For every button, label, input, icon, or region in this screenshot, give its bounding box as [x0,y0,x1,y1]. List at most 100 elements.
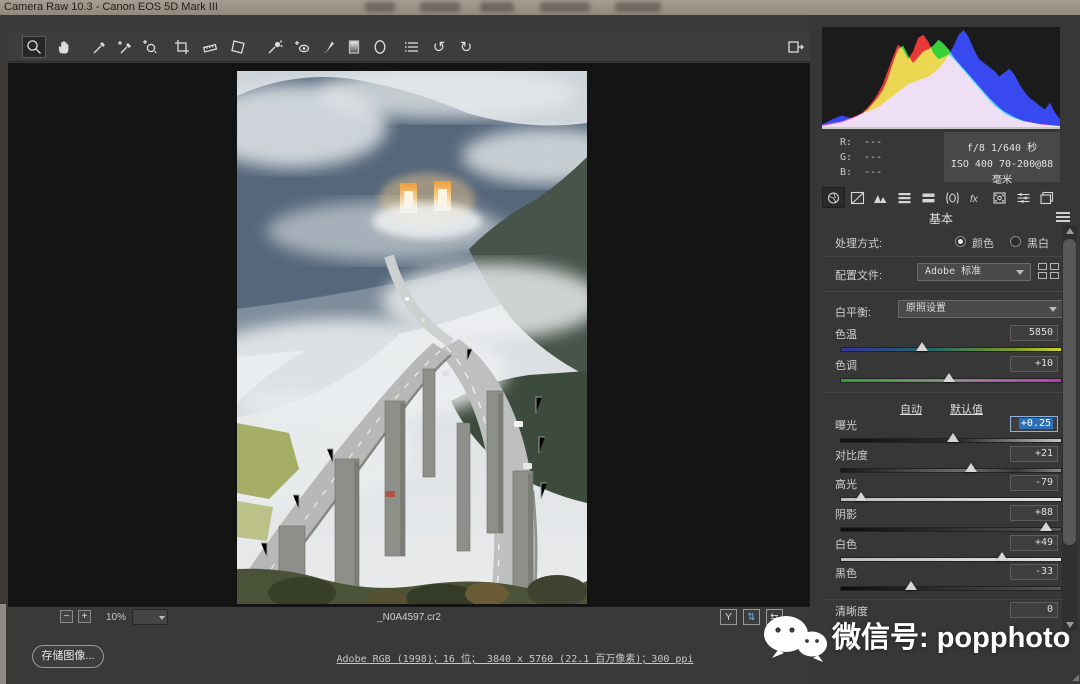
whites-slider-thumb[interactable] [996,552,1008,561]
red-eye-icon[interactable] [290,36,314,58]
tone-curve-tab-icon[interactable] [846,187,869,208]
profile-browser-icon[interactable] [1038,263,1060,280]
exposure-slider-track[interactable] [840,438,1062,443]
preferences-icon[interactable] [400,36,424,58]
whites-value: +49 [1035,537,1053,548]
highlights-slider-thumb[interactable] [855,492,867,501]
panel-tabs: fx [822,187,1060,208]
panel-scrollbar[interactable] [1062,225,1077,631]
highlights-label: 高光 [835,476,857,492]
adjustment-brush-icon[interactable] [316,36,340,58]
blacks-slider-track[interactable] [840,586,1062,591]
profile-dropdown[interactable]: Adobe 标准 [917,263,1031,281]
photo-preview[interactable] [237,71,587,604]
save-image-button[interactable]: 存储图像... [32,645,104,668]
temperature-value-field[interactable]: 5850 [1010,325,1058,341]
shadows-value-field[interactable]: +88 [1010,505,1058,521]
before-after-y-button[interactable]: Y [720,609,737,625]
contrast-label: 对比度 [835,447,868,463]
basic-tab-icon[interactable] [822,187,845,208]
shadows-slider-track[interactable] [840,527,1062,532]
snapshots-tab-icon[interactable] [1035,187,1058,208]
camera-calibration-tab-icon[interactable] [988,187,1011,208]
toggle-fullscreen-icon[interactable] [784,36,808,58]
white-balance-icon[interactable] [88,36,112,58]
blacks-slider-thumb[interactable] [905,581,917,590]
blurred-background [540,2,590,12]
temperature-label: 色温 [835,326,857,342]
workflow-options-link[interactable]: Adobe RGB (1998)；16 位； 3840 x 5760 (22.1… [330,650,700,665]
radial-filter-icon[interactable] [368,36,392,58]
blacks-value-field[interactable]: -33 [1010,564,1058,580]
swap-before-after-button[interactable]: ⇅ [743,609,760,625]
rotate-left-icon[interactable]: ↺ [427,36,451,58]
whites-value-field[interactable]: +49 [1010,535,1058,551]
whites-label: 白色 [835,536,857,552]
clarity-label: 清晰度 [835,603,868,619]
spot-removal-icon[interactable] [263,36,287,58]
blurred-background [480,2,514,12]
graduated-filter-icon[interactable] [342,36,366,58]
tint-label: 色调 [835,357,857,373]
whites-slider-track[interactable] [840,557,1062,562]
scroll-down-icon[interactable] [1066,622,1074,628]
copy-settings-button[interactable]: ⇆ [766,609,783,625]
process-label: 处理方式: [835,235,882,251]
temperature-slider-thumb[interactable] [916,342,928,351]
auto-link[interactable]: 自动 [900,401,922,417]
contrast-slider-track[interactable] [840,468,1062,473]
resize-grip-icon[interactable]: ◢ [1072,672,1079,683]
blurred-background [615,2,661,12]
tint-slider-row: 色调 +10 [822,357,1064,385]
blacks-label: 黑色 [835,565,857,581]
straighten-icon[interactable] [198,36,222,58]
bw-radio-label[interactable]: 黑白 [1027,235,1049,251]
hand-icon[interactable] [52,36,76,58]
detail-tab-icon[interactable] [869,187,892,208]
color-radio-label[interactable]: 颜色 [972,235,994,251]
contrast-slider-thumb[interactable] [965,463,977,472]
exposure-value: +0.25 [1019,418,1053,429]
lens-corrections-tab-icon[interactable] [941,187,964,208]
g-value: --- [864,152,882,163]
split-toning-tab-icon[interactable] [917,187,940,208]
highlights-value-field[interactable]: -79 [1010,475,1058,491]
color-sampler-icon[interactable] [113,36,137,58]
clarity-value-field[interactable]: 0 [1010,602,1058,618]
contrast-slider-row: 对比度 +21 [822,447,1064,475]
histogram[interactable] [822,27,1060,129]
default-link[interactable]: 默认值 [950,401,983,417]
tint-slider-thumb[interactable] [943,373,955,382]
highlights-slider-track[interactable] [840,497,1062,502]
targeted-adjustment-icon[interactable] [138,36,162,58]
scroll-up-icon[interactable] [1066,228,1074,234]
exif-readout: R: --- G: --- B: --- f/8 1/640 秒 ISO 400… [822,132,1060,184]
exposure-slider-thumb[interactable] [947,433,959,442]
zoom-icon[interactable] [22,36,46,58]
image-canvas[interactable] [8,63,810,607]
blurred-background [420,2,460,12]
profile-label: 配置文件: [835,267,882,283]
contrast-value-field[interactable]: +21 [1010,446,1058,462]
tint-value-field[interactable]: +10 [1010,356,1058,372]
tint-slider-track[interactable] [840,378,1062,383]
color-radio[interactable] [955,236,966,247]
exposure-value-field[interactable]: +0.25 [1010,416,1058,432]
clarity-value: 0 [1047,604,1053,615]
rotate-right-icon[interactable]: ↻ [454,36,478,58]
transform-icon[interactable] [226,36,250,58]
crop-icon[interactable] [170,36,194,58]
presets-tab-icon[interactable] [1012,187,1035,208]
temperature-slider-track[interactable] [840,347,1062,352]
toolbar: ↺↻ [8,32,810,62]
shadows-slider-thumb[interactable] [1040,522,1052,531]
filename-label: _N0A4597.cr2 [8,612,810,623]
hsl-tab-icon[interactable] [893,187,916,208]
white-balance-dropdown[interactable]: 原照设置 [898,300,1064,318]
chevron-down-icon [1049,307,1057,312]
panel-menu-icon[interactable] [1056,212,1070,223]
scrollbar-thumb[interactable] [1063,239,1076,545]
effects-tab-icon[interactable]: fx [964,187,987,208]
temperature-value: 5850 [1029,327,1053,338]
bw-radio[interactable] [1010,236,1021,247]
